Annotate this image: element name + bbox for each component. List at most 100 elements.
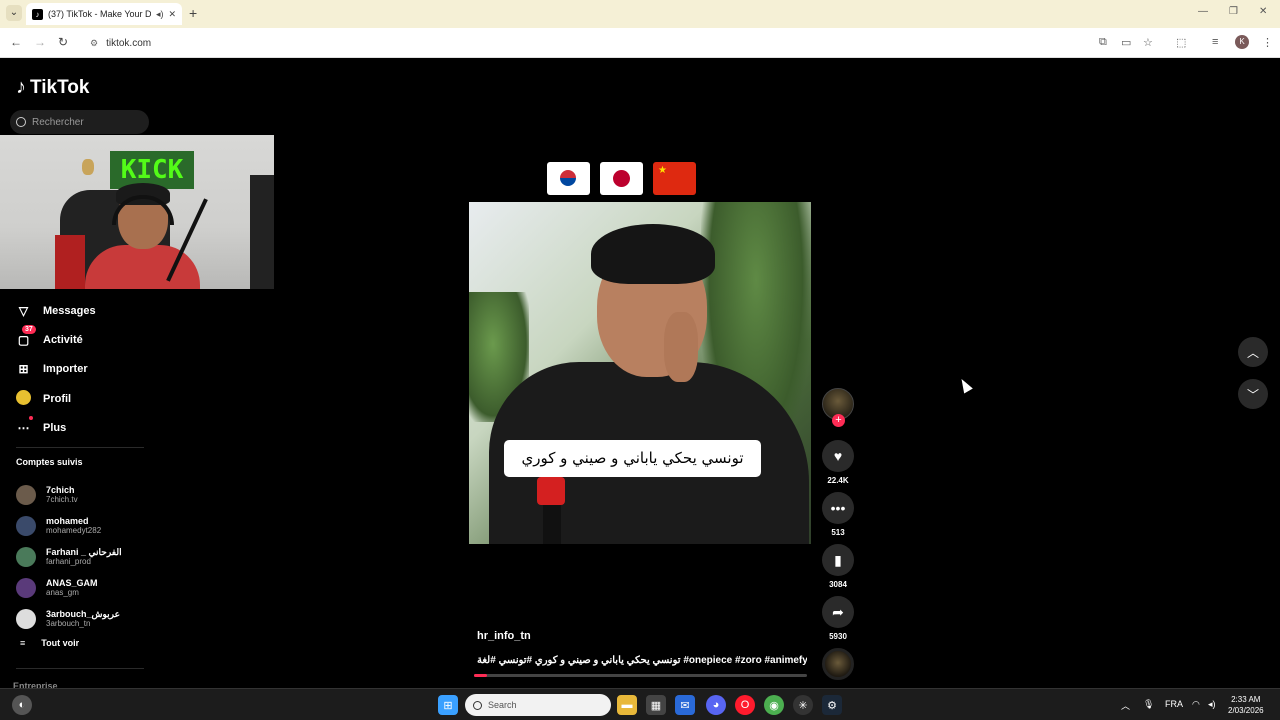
tab-search-icon[interactable]: ⌄ bbox=[6, 5, 22, 21]
sidebar-nav: ▽ Messages ▢ 37 Activité ⊞ Importer Prof… bbox=[16, 296, 96, 442]
mouse-cursor-icon bbox=[957, 376, 973, 394]
search-icon bbox=[473, 700, 482, 710]
address-bar[interactable]: ⚙ tiktok.com bbox=[80, 32, 1080, 54]
forward-icon[interactable]: → bbox=[34, 35, 46, 49]
share-icon[interactable]: ➦ bbox=[822, 596, 854, 628]
taskbar-search-input[interactable] bbox=[488, 700, 598, 710]
close-window-icon[interactable]: ✕ bbox=[1259, 6, 1267, 17]
account-avatar bbox=[16, 515, 36, 536]
profile-avatar[interactable]: K bbox=[1235, 35, 1249, 49]
upload-plus-icon: ⊞ bbox=[18, 362, 29, 377]
site-info-icon[interactable]: ⚙ bbox=[90, 38, 98, 49]
sidebar-item-label: Plus bbox=[43, 421, 67, 434]
taskbar-search[interactable] bbox=[465, 694, 611, 716]
account-name: ANAS_GAM bbox=[46, 578, 98, 588]
close-tab-icon[interactable]: ✕ bbox=[168, 9, 176, 20]
new-tab-icon[interactable]: + bbox=[189, 5, 197, 21]
reload-icon[interactable]: ↻ bbox=[58, 35, 68, 49]
mail-icon[interactable]: ✉ bbox=[675, 695, 695, 715]
file-explorer-icon[interactable]: ▬ bbox=[617, 695, 637, 715]
app-icon[interactable]: ✳ bbox=[793, 695, 813, 715]
video-progress-bar[interactable] bbox=[474, 674, 807, 677]
next-video-button[interactable]: ﹀ bbox=[1238, 379, 1268, 409]
send-icon: ▽ bbox=[18, 303, 29, 318]
comment-action: ••• 513 bbox=[822, 492, 854, 537]
url-text: tiktok.com bbox=[106, 37, 152, 49]
sidebar-item-activity[interactable]: ▢ 37 Activité bbox=[16, 325, 96, 354]
browser-tab-bar: ⌄ ♪ (37) TikTok - Make Your Day ◂) ✕ + —… bbox=[0, 0, 1280, 28]
tray-chevron-icon[interactable]: ︿ bbox=[1121, 699, 1130, 712]
comment-icon[interactable]: ••• bbox=[822, 492, 854, 524]
follow-plus-icon[interactable]: + bbox=[832, 414, 845, 427]
account-avatar bbox=[16, 484, 36, 505]
sidebar-item-messages[interactable]: ▽ Messages bbox=[16, 296, 96, 325]
sidebar-item-upload[interactable]: ⊞ Importer bbox=[16, 355, 96, 384]
search-bar[interactable] bbox=[10, 110, 149, 134]
start-windows-icon[interactable]: ⊞ bbox=[438, 695, 458, 715]
sidebar-item-profile[interactable]: Profil bbox=[16, 384, 96, 413]
account-avatar bbox=[16, 608, 36, 629]
chrome-icon[interactable]: ◉ bbox=[764, 695, 784, 715]
brand-name: TikTok bbox=[30, 76, 90, 98]
list-icon: ≡ bbox=[20, 638, 26, 648]
taskbar-clock[interactable]: 2:33 AM 2/03/2026 bbox=[1228, 694, 1264, 716]
browser-tab[interactable]: ♪ (37) TikTok - Make Your Day ◂) ✕ bbox=[26, 3, 182, 25]
heart-icon[interactable]: ♥ bbox=[822, 440, 854, 472]
notification-badge: 37 bbox=[22, 325, 36, 335]
music-disc-icon[interactable] bbox=[822, 648, 854, 680]
tiktok-logo[interactable]: ♪ TikTok bbox=[16, 76, 89, 99]
see-all-link[interactable]: ≡ Tout voir bbox=[20, 638, 79, 648]
opera-icon[interactable]: O bbox=[735, 695, 755, 715]
store-icon[interactable]: ▦ bbox=[646, 695, 666, 715]
chair-accent bbox=[55, 235, 85, 289]
browser-toolbar: ← → ↻ ⚙ tiktok.com ⧉ ▭ ☆ ⬚ ≡ K ⋮ bbox=[0, 28, 1280, 58]
previous-video-button[interactable]: ︿ bbox=[1238, 337, 1268, 367]
following-account-4[interactable]: 3arbouch_عربوش 3arbouch_tn bbox=[16, 603, 122, 634]
video-player[interactable]: تونسي يحكي ياباني و صيني و كوري bbox=[469, 202, 811, 544]
account-name: 7chich bbox=[46, 485, 75, 495]
translate-icon[interactable]: ⧉ bbox=[1099, 36, 1107, 49]
bookmark-icon[interactable]: ▮ bbox=[822, 544, 854, 576]
like-count: 22.4K bbox=[827, 476, 849, 485]
clock-time: 2:33 AM bbox=[1231, 695, 1261, 704]
bookmark-star-icon[interactable]: ☆ bbox=[1143, 36, 1153, 49]
maximize-icon[interactable]: ❐ bbox=[1229, 6, 1238, 17]
search-input[interactable] bbox=[32, 116, 142, 128]
japan-flag-icon bbox=[600, 162, 643, 195]
share-action: ➦ 5930 bbox=[822, 596, 854, 641]
microphone-icon[interactable]: 🎙 bbox=[1143, 699, 1154, 710]
see-all-label: Tout voir bbox=[41, 638, 80, 648]
comment-count: 513 bbox=[831, 528, 845, 537]
tiktok-favicon-icon: ♪ bbox=[32, 8, 43, 20]
inbox-icon: ▢ bbox=[17, 332, 30, 347]
back-icon[interactable]: ← bbox=[10, 35, 22, 49]
sidebar-item-more[interactable]: ⋯ Plus bbox=[16, 413, 96, 442]
menu-icon[interactable]: ⋮ bbox=[1262, 36, 1273, 49]
extensions-icon[interactable]: ⬚ bbox=[1176, 36, 1186, 49]
account-name: 3arbouch_عربوش bbox=[46, 609, 120, 619]
tiktok-note-icon: ♪ bbox=[16, 76, 26, 98]
minimize-icon[interactable]: — bbox=[1198, 6, 1208, 17]
following-account-3[interactable]: ANAS_GAM anas_gm bbox=[16, 572, 122, 603]
following-account-0[interactable]: 7chich 7chich.tv bbox=[16, 479, 122, 510]
following-account-1[interactable]: mohamed mohamedyt282 bbox=[16, 510, 122, 541]
discord-icon[interactable]: ◕ bbox=[706, 695, 726, 715]
following-title: Comptes suivis bbox=[16, 457, 83, 467]
steam-icon[interactable]: ⚙ bbox=[822, 695, 842, 715]
speaker-icon[interactable]: ◂) bbox=[156, 9, 164, 20]
flag-row: ★ bbox=[547, 162, 696, 195]
following-account-2[interactable]: Farhani _ الفرحاني farhani_prod bbox=[16, 541, 122, 572]
following-list: 7chich 7chich.tv mohamed mohamedyt282 Farh… bbox=[16, 479, 122, 634]
reading-list-icon[interactable]: ≡ bbox=[1212, 36, 1218, 48]
cast-icon[interactable]: ▭ bbox=[1121, 36, 1131, 49]
volume-icon[interactable]: ◂) bbox=[1208, 699, 1216, 710]
creator-username[interactable]: hr_info_tn bbox=[477, 630, 531, 642]
new-dot bbox=[29, 416, 33, 421]
language-indicator[interactable]: FRA bbox=[1165, 699, 1183, 709]
widgets-icon[interactable]: ◐ bbox=[12, 695, 32, 715]
account-name: Farhani _ الفرحاني bbox=[46, 547, 122, 557]
sidebar-item-label: Messages bbox=[43, 304, 96, 317]
sidebar-item-label: Activité bbox=[43, 333, 83, 346]
account-name: mohamed bbox=[46, 516, 89, 526]
wifi-icon[interactable]: ◠ bbox=[1192, 699, 1200, 710]
